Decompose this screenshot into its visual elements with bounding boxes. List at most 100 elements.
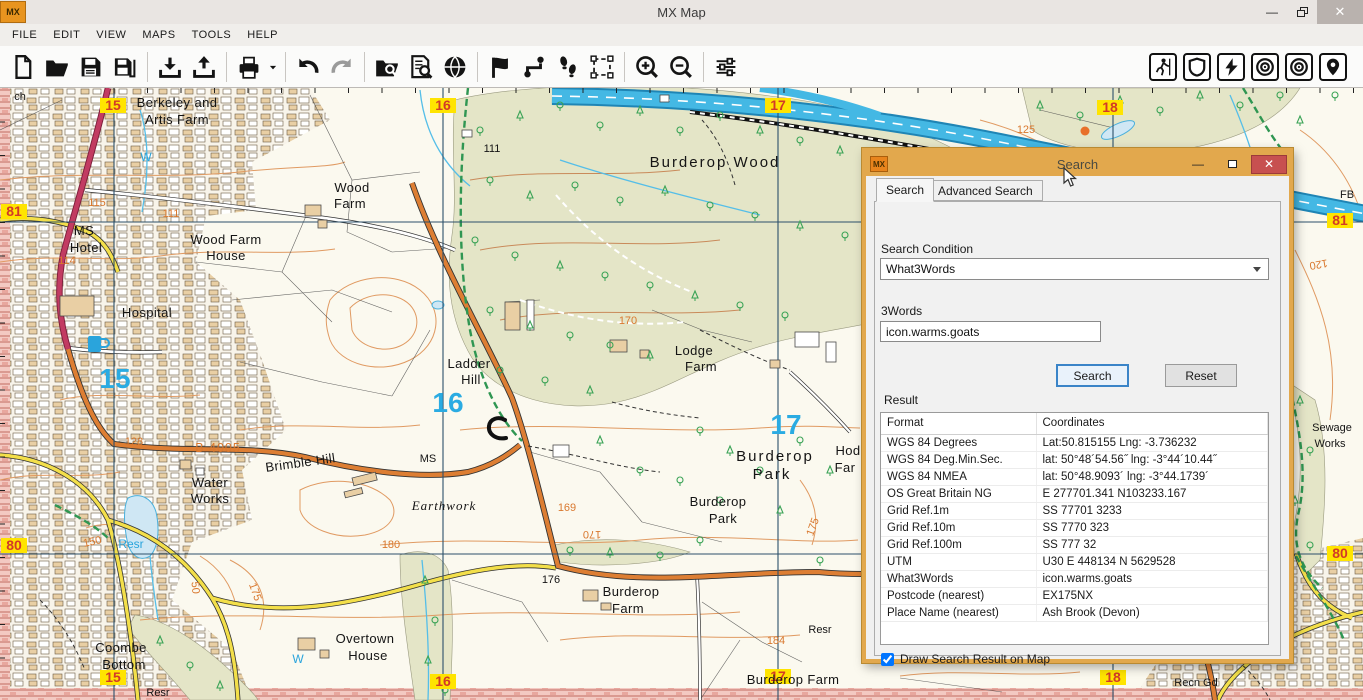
open-folder-button[interactable]: [40, 50, 74, 84]
save-button[interactable]: [74, 50, 108, 84]
flag-button[interactable]: [483, 50, 517, 84]
zoom-out-button[interactable]: [664, 50, 698, 84]
svg-text:16: 16: [435, 97, 451, 113]
svg-text:Works: Works: [191, 491, 230, 506]
svg-text:Ladder: Ladder: [448, 356, 491, 371]
svg-text:18: 18: [1105, 669, 1121, 685]
result-row[interactable]: Place Name (nearest)Ash Brook (Devon): [881, 604, 1268, 621]
menu-item-help[interactable]: HELP: [239, 26, 286, 44]
flag-icon: [487, 54, 513, 80]
import-button[interactable]: [153, 50, 187, 84]
svg-text:80: 80: [6, 537, 22, 553]
svg-text:Bottom: Bottom: [102, 657, 146, 672]
redo-icon: [329, 54, 355, 80]
menu-item-view[interactable]: VIEW: [88, 26, 134, 44]
svg-text:Park: Park: [753, 466, 792, 483]
globe-icon: [442, 54, 468, 80]
result-column-header[interactable]: Coordinates: [1036, 413, 1268, 434]
svg-text:Water: Water: [192, 475, 228, 490]
menu-item-tools[interactable]: TOOLS: [184, 26, 240, 44]
restore-button[interactable]: [1287, 0, 1317, 24]
toolbar-separator: [364, 52, 365, 82]
svg-text:15: 15: [105, 97, 121, 113]
new-document-button[interactable]: [6, 50, 40, 84]
selection-box-button[interactable]: [585, 50, 619, 84]
result-row[interactable]: WGS 84 DegreesLat:50.815155 Lng: -3.7362…: [881, 434, 1268, 451]
svg-text:Wood Farm: Wood Farm: [190, 232, 261, 247]
svg-text:17: 17: [770, 409, 801, 440]
svg-text:Hospital: Hospital: [122, 305, 172, 320]
footprints-button[interactable]: [551, 50, 585, 84]
toolbar-separator: [147, 52, 148, 82]
search-document-icon: [408, 54, 434, 80]
svg-text:B 4005: B 4005: [195, 441, 241, 455]
result-row[interactable]: Grid Ref.100mSS 777 32: [881, 536, 1268, 553]
selection-box-icon: [589, 54, 615, 80]
result-row[interactable]: UTMU30 E 448134 N 5629528: [881, 553, 1268, 570]
print-button[interactable]: [232, 50, 266, 84]
svg-text:81: 81: [1332, 212, 1348, 228]
dialog-body: Search Advanced Search Search Condition …: [866, 176, 1289, 659]
titlebar: MX MX Map — ✕: [0, 0, 1363, 24]
svg-text:FB: FB: [1340, 189, 1354, 201]
dialog-maximize-button[interactable]: [1217, 155, 1247, 174]
menu-item-file[interactable]: FILE: [4, 26, 45, 44]
undo-button[interactable]: [291, 50, 325, 84]
svg-text:Artis Farm: Artis Farm: [145, 112, 209, 127]
search-folder-button[interactable]: [370, 50, 404, 84]
menu-item-edit[interactable]: EDIT: [45, 26, 88, 44]
gps-walker-button[interactable]: [1149, 53, 1177, 81]
search-button[interactable]: Search: [1056, 364, 1129, 387]
svg-text:111: 111: [484, 143, 501, 155]
close-button[interactable]: ✕: [1317, 0, 1363, 24]
shield-button[interactable]: [1183, 53, 1211, 81]
zoom-in-button[interactable]: [630, 50, 664, 84]
minimize-button[interactable]: —: [1257, 0, 1287, 24]
svg-text:Earthwork: Earthwork: [411, 498, 477, 513]
search-condition-select[interactable]: What3Words: [880, 258, 1269, 280]
svg-text:Hod: Hod: [835, 443, 860, 458]
svg-text:Resr: Resr: [146, 687, 170, 699]
result-table[interactable]: FormatCoordinates WGS 84 DegreesLat:50.8…: [880, 412, 1269, 645]
dialog-close-button[interactable]: ✕: [1251, 155, 1287, 174]
result-row[interactable]: OS Great Britain NGE 277701.341 N103233.…: [881, 485, 1268, 502]
svg-text:176: 176: [542, 574, 560, 586]
search-document-button[interactable]: [404, 50, 438, 84]
result-row[interactable]: Postcode (nearest)EX175NX: [881, 587, 1268, 604]
globe-button[interactable]: [438, 50, 472, 84]
gps-walker-icon: [1153, 57, 1173, 77]
save-as-button[interactable]: [108, 50, 142, 84]
dialog-minimize-button[interactable]: —: [1183, 155, 1213, 174]
lightning-icon: [1221, 57, 1241, 77]
target2-button[interactable]: [1285, 53, 1313, 81]
svg-text:House: House: [206, 248, 246, 263]
route-button[interactable]: [517, 50, 551, 84]
draw-result-checkbox[interactable]: [881, 653, 894, 666]
waypoint-dot: [1081, 127, 1090, 136]
settings-sliders-button[interactable]: [709, 50, 743, 84]
result-row[interactable]: What3Wordsicon.warms.goats: [881, 570, 1268, 587]
location-pin-button[interactable]: [1319, 53, 1347, 81]
svg-text:169: 169: [558, 502, 576, 514]
result-row[interactable]: WGS 84 NMEAlat: 50°48.9093´ lng: -3°44.1…: [881, 468, 1268, 485]
print-dropdown-caret-button[interactable]: [266, 50, 280, 84]
export-button[interactable]: [187, 50, 221, 84]
words-input[interactable]: icon.warms.goats: [880, 321, 1101, 342]
target-button[interactable]: [1251, 53, 1279, 81]
reset-button[interactable]: Reset: [1165, 364, 1237, 387]
svg-text:Burderop Farm: Burderop Farm: [747, 672, 840, 687]
tab-search[interactable]: Search: [876, 178, 934, 202]
result-row[interactable]: Grid Ref.10mSS 7770 323: [881, 519, 1268, 536]
result-row[interactable]: WGS 84 Deg.Min.Sec.lat: 50°48´54.56˝ lng…: [881, 451, 1268, 468]
mx-map-window: MX MX Map — ✕ FILEEDITVIEWMAPSTOOLSHELP: [0, 0, 1363, 700]
result-column-header[interactable]: Format: [881, 413, 1036, 434]
tab-advanced-search[interactable]: Advanced Search: [928, 180, 1043, 201]
menu-item-maps[interactable]: MAPS: [134, 26, 183, 44]
redo-button[interactable]: [325, 50, 359, 84]
lightning-button[interactable]: [1217, 53, 1245, 81]
print-dropdown-caret-icon: [266, 54, 280, 80]
svg-text:Burderop: Burderop: [690, 494, 747, 509]
result-row[interactable]: Grid Ref.1mSS 77701 3233: [881, 502, 1268, 519]
svg-text:Sewage: Sewage: [1312, 422, 1352, 434]
target2-icon: [1289, 57, 1309, 77]
